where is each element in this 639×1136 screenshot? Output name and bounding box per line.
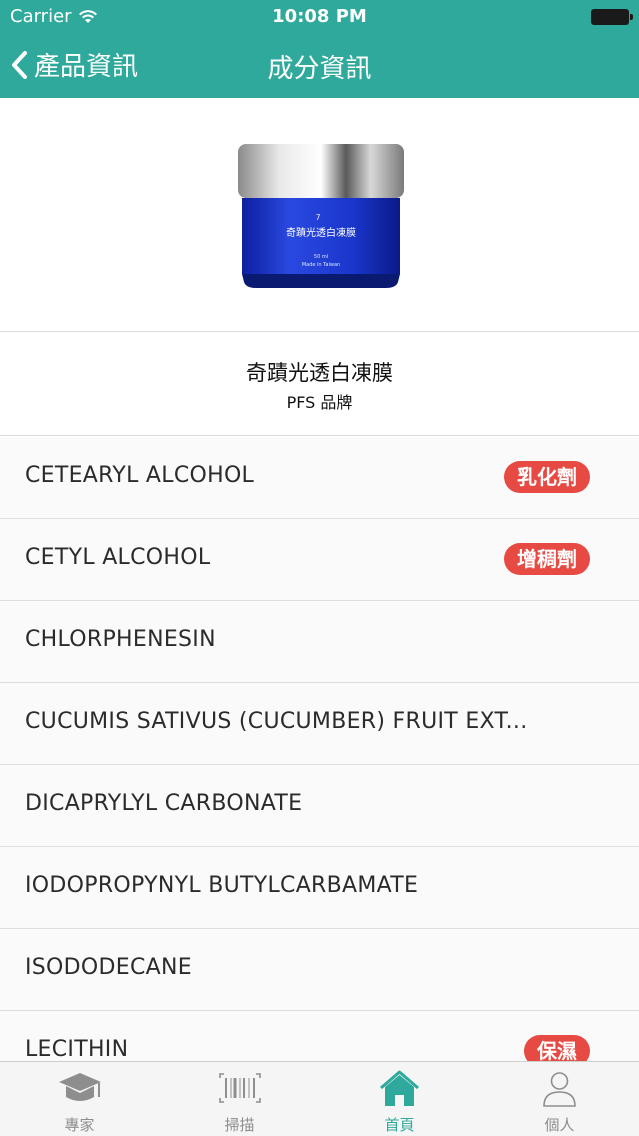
tab-label: 專家	[64, 1116, 95, 1134]
product-image: 7 奇蹟光透白凍膜 50 ml Made in Taiwan	[238, 144, 404, 288]
tab-profile[interactable]: 個人	[480, 1062, 639, 1136]
home-icon	[380, 1070, 419, 1106]
ingredient-row[interactable]: LECITHIN 保濕	[0, 1011, 639, 1061]
product-brand: PFS 品牌	[286, 393, 353, 412]
ingredient-row[interactable]: CETEARYL ALCOHOL 乳化劑	[0, 437, 639, 519]
tab-label: 個人	[544, 1116, 575, 1134]
ingredient-tag: 乳化劑	[504, 461, 590, 493]
tab-bar: 專家 掃描 首頁 個人	[0, 1061, 639, 1136]
ingredient-tag: 保濕	[524, 1035, 590, 1061]
ingredient-row[interactable]: CETYL ALCOHOL 增稠劑	[0, 519, 639, 601]
page-title: 成分資訊	[267, 54, 372, 84]
ingredient-name: ISODODECANE	[25, 955, 192, 980]
ingredient-name: CETEARYL ALCOHOL	[25, 463, 255, 488]
jar-volume: 50 ml	[314, 254, 328, 260]
status-bar: Carrier 10:08 PM	[0, 0, 639, 34]
person-icon	[543, 1072, 576, 1107]
graduation-cap-icon	[59, 1073, 101, 1101]
jar-number: 7	[315, 213, 320, 222]
barcode-icon	[219, 1073, 261, 1103]
tab-label: 首頁	[384, 1116, 415, 1134]
ingredient-list: CETEARYL ALCOHOL 乳化劑 CETYL ALCOHOL 增稠劑 C…	[0, 437, 639, 1061]
ingredient-row[interactable]: DICAPRYLYL CARBONATE	[0, 765, 639, 847]
ingredient-name: CUCUMIS SATIVUS (CUCUMBER) FRUIT EXT...	[25, 709, 528, 734]
header: Carrier 10:08 PM 產品資訊 成分資訊	[0, 0, 639, 98]
ingredient-name: IODOPROPYNYL BUTYLCARBAMATE	[25, 873, 419, 898]
product-name: 奇蹟光透白凍膜	[246, 361, 393, 385]
ingredient-row[interactable]: IODOPROPYNYL BUTYLCARBAMATE	[0, 847, 639, 929]
tab-label: 掃描	[224, 1116, 255, 1134]
tab-home[interactable]: 首頁	[320, 1062, 479, 1136]
battery-icon	[591, 9, 633, 25]
ingredient-tag: 增稠劑	[504, 543, 590, 575]
ingredient-row[interactable]: CHLORPHENESIN	[0, 601, 639, 683]
ingredient-name: DICAPRYLYL CARBONATE	[25, 791, 303, 816]
status-time: 10:08 PM	[272, 6, 367, 27]
jar-title: 奇蹟光透白凍膜	[286, 226, 356, 239]
ingredient-name: LECITHIN	[25, 1037, 129, 1061]
ingredient-name: CETYL ALCOHOL	[25, 545, 211, 570]
jar-origin: Made in Taiwan	[302, 262, 340, 268]
ingredient-row[interactable]: CUCUMIS SATIVUS (CUCUMBER) FRUIT EXT...	[0, 683, 639, 765]
ingredient-row[interactable]: ISODODECANE	[0, 929, 639, 1011]
product-image-section: 7 奇蹟光透白凍膜 50 ml Made in Taiwan	[0, 98, 639, 332]
tab-experts[interactable]: 專家	[0, 1062, 159, 1136]
tab-scan[interactable]: 掃描	[160, 1062, 319, 1136]
nav-bar: 產品資訊 成分資訊	[0, 34, 639, 98]
ingredient-name: CHLORPHENESIN	[25, 627, 216, 652]
product-info: 奇蹟光透白凍膜 PFS 品牌	[0, 333, 639, 436]
